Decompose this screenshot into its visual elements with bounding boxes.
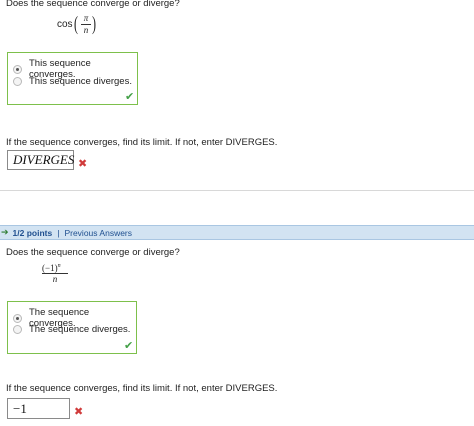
q1-answer-value: DIVERGES: [13, 152, 75, 167]
q2-question: Does the sequence converge or diverge?: [6, 247, 180, 258]
q1-choices-box: This sequence converges. This sequence d…: [7, 52, 138, 105]
q2-radio-converges[interactable]: [13, 313, 22, 323]
previous-answers-link[interactable]: Previous Answers: [64, 228, 132, 238]
bar-separator: |: [57, 227, 60, 238]
q1-radio-converges[interactable]: [13, 64, 22, 74]
q2-expr-num: (−1)n: [42, 263, 61, 273]
x-mark-icon: ✖: [74, 406, 84, 418]
q2-radio-diverges[interactable]: [13, 325, 22, 334]
q1-expr-rparen: ): [92, 13, 97, 35]
q2-answer-value: −1: [13, 400, 27, 416]
q1-radio-diverges[interactable]: [13, 77, 22, 86]
q1-expr-num: π: [83, 13, 89, 23]
q2-choice-diverges[interactable]: The sequence diverges.: [13, 324, 130, 335]
q1-prompt: If the sequence converges, find its limi…: [6, 137, 278, 148]
q1-expr-lparen: (: [74, 13, 79, 35]
q2-expr-num-base: (−1): [42, 263, 58, 273]
x-mark-icon: ✖: [78, 158, 88, 170]
q1-answer-field[interactable]: DIVERGES: [7, 150, 74, 170]
q2-choice-label: The sequence diverges.: [29, 324, 131, 335]
q2-expr-den: n: [52, 274, 58, 284]
q1-question: Does the sequence converge or diverge?: [6, 0, 180, 9]
section-divider: [0, 190, 474, 191]
points-label: 1/2 points: [12, 227, 53, 238]
q2-answer-field[interactable]: −1: [7, 398, 70, 419]
q2-expression: (−1)n n: [42, 262, 82, 288]
q1-expression: cos ( π n ): [57, 12, 117, 38]
q1-choice-label: This sequence diverges.: [29, 76, 132, 87]
q2-choices-box: The sequence converges. The sequence div…: [7, 301, 137, 354]
q1-choice-diverges[interactable]: This sequence diverges.: [13, 76, 132, 87]
arrow-right-icon: ➔: [1, 227, 9, 237]
q2-expr-num-exp: n: [57, 263, 61, 269]
q1-expr-fn: cos: [57, 19, 73, 30]
q1-expr-den: n: [83, 25, 89, 35]
checkmark-icon: ✔: [124, 340, 134, 352]
part-score-bar: ➔ 1/2 points | Previous Answers: [0, 225, 474, 240]
q2-prompt: If the sequence converges, find its limi…: [6, 383, 278, 394]
checkmark-icon: ✔: [125, 91, 135, 103]
